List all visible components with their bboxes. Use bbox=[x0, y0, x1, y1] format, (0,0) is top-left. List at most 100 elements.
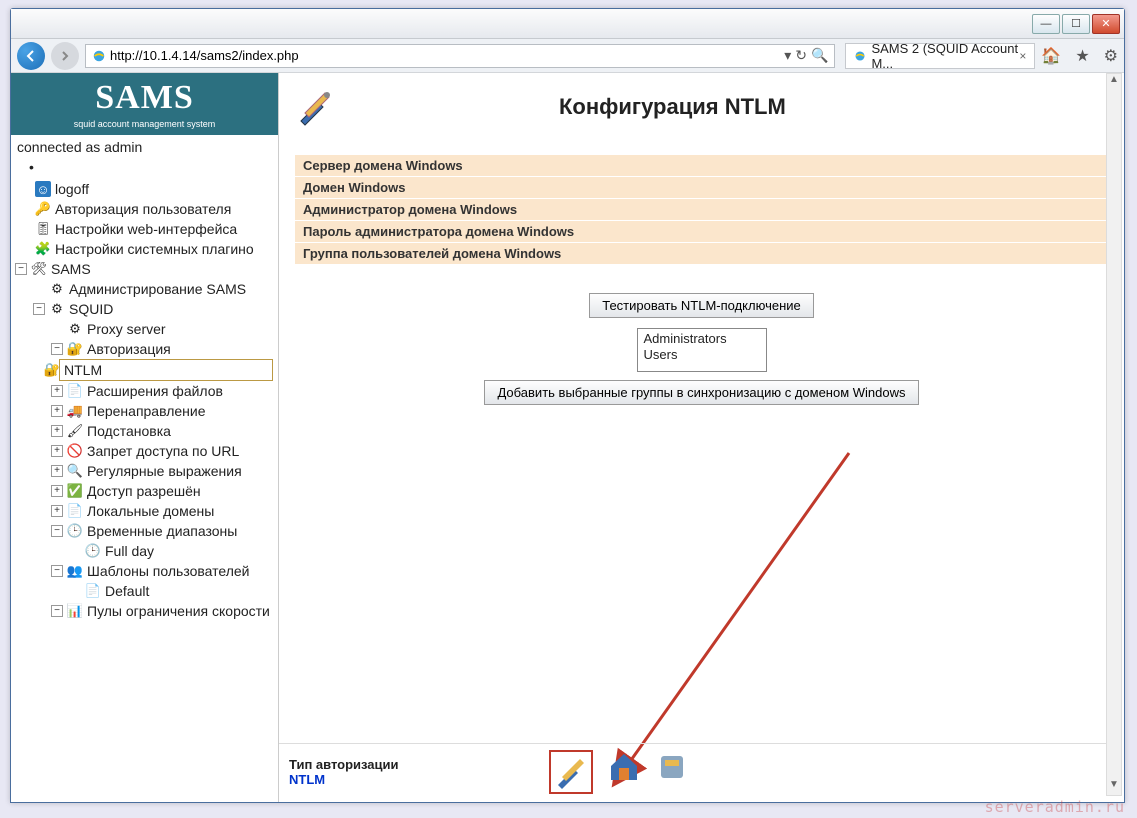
home-icon[interactable] bbox=[607, 750, 641, 784]
annotation-arrow bbox=[609, 433, 869, 793]
nav-file-ext[interactable]: +📄Расширения файлов bbox=[47, 381, 278, 401]
window-maximize-button[interactable]: ☐ bbox=[1062, 14, 1090, 34]
regex-icon: 🔍 bbox=[67, 463, 83, 479]
key-icon: 🔑 bbox=[35, 201, 51, 217]
allow-icon: ✅ bbox=[67, 483, 83, 499]
list-item[interactable]: Administrators bbox=[644, 331, 760, 347]
auth-type-label: Тип авторизации bbox=[289, 757, 399, 772]
config-fields: Сервер домена Windows Домен Windows Адми… bbox=[295, 155, 1108, 265]
tab-title: SAMS 2 (SQUID Account M... bbox=[871, 41, 1019, 71]
nav-time-ranges[interactable]: −🕒Временные диапазоны bbox=[47, 521, 278, 541]
collapse-icon[interactable]: − bbox=[33, 303, 45, 315]
nav-allowed[interactable]: +✅Доступ разрешён bbox=[47, 481, 278, 501]
nav-proxy[interactable]: ⚙Proxy server bbox=[47, 319, 278, 339]
nav-full-day[interactable]: 🕒Full day bbox=[65, 541, 278, 561]
template-icon: 👥 bbox=[67, 563, 83, 579]
lock-icon: 🔐 bbox=[44, 362, 60, 378]
brush-icon: 🖌 bbox=[67, 423, 83, 439]
auth-type-value: NTLM bbox=[289, 772, 399, 787]
address-bar[interactable]: ▾ ↻ 🔍 bbox=[85, 44, 835, 68]
sidebar: SAMS squid account management system con… bbox=[11, 73, 279, 802]
nav-authz[interactable]: −🔐Авторизация bbox=[47, 339, 278, 359]
address-bar-tools: ▾ ↻ 🔍 bbox=[784, 47, 828, 64]
nav-auth-user[interactable]: 🔑Авторизация пользователя bbox=[11, 199, 278, 219]
tools-icon bbox=[554, 755, 588, 789]
server-icon[interactable] bbox=[655, 750, 689, 784]
nav-back-button[interactable] bbox=[17, 42, 45, 70]
groups-listbox[interactable]: Administrators Users bbox=[637, 328, 767, 372]
settings-gear-icon[interactable]: ⚙ bbox=[1104, 46, 1118, 66]
collapse-icon[interactable]: − bbox=[51, 565, 63, 577]
nav-speed-pools[interactable]: −📊Пулы ограничения скорости bbox=[47, 601, 278, 621]
favorites-icon[interactable]: ★ bbox=[1075, 46, 1089, 66]
expand-icon[interactable]: + bbox=[51, 405, 63, 417]
window-close-button[interactable]: ✕ bbox=[1092, 14, 1120, 34]
app-logo: SAMS squid account management system bbox=[11, 73, 278, 135]
file-icon: 📄 bbox=[85, 583, 101, 599]
nav-squid[interactable]: −⚙SQUID bbox=[29, 299, 278, 319]
nav-sams[interactable]: −🛠SAMS bbox=[11, 259, 278, 279]
clock-icon: 🕒 bbox=[85, 543, 101, 559]
file-icon: 📄 bbox=[67, 383, 83, 399]
nav-logoff[interactable]: ☺logoff bbox=[11, 179, 278, 199]
config-tools-icon bbox=[295, 87, 335, 127]
nav-sys-plugins[interactable]: 🧩Настройки системных плагино bbox=[11, 239, 278, 259]
nav-web-settings[interactable]: 🎚Настройки web-интерфейса bbox=[11, 219, 278, 239]
test-ntlm-button[interactable]: Тестировать NTLM-подключение bbox=[589, 293, 814, 318]
expand-icon[interactable]: + bbox=[51, 445, 63, 457]
config-action-button[interactable] bbox=[549, 750, 593, 794]
browser-tab[interactable]: SAMS 2 (SQUID Account M... × bbox=[845, 43, 1035, 69]
nav-deny-url[interactable]: +🚫Запрет доступа по URL bbox=[47, 441, 278, 461]
expand-icon[interactable]: + bbox=[51, 505, 63, 517]
scroll-down-icon[interactable]: ▼ bbox=[1107, 779, 1121, 795]
gear-icon: ⚙ bbox=[67, 321, 83, 337]
user-icon: ☺ bbox=[35, 181, 51, 197]
url-input[interactable] bbox=[110, 48, 784, 63]
sliders-icon: 🎚 bbox=[35, 221, 51, 237]
nav-default[interactable]: 📄Default bbox=[65, 581, 278, 601]
nav-ntlm[interactable]: 🔐NTLM bbox=[59, 359, 273, 381]
plugin-icon: 🧩 bbox=[35, 241, 51, 257]
expand-icon[interactable]: + bbox=[51, 485, 63, 497]
tab-close-button[interactable]: × bbox=[1019, 49, 1026, 63]
expand-icon[interactable]: + bbox=[51, 465, 63, 477]
nav-subst[interactable]: +🖌Подстановка bbox=[47, 421, 278, 441]
collapse-icon[interactable]: − bbox=[15, 263, 27, 275]
window-minimize-button[interactable]: — bbox=[1032, 14, 1060, 34]
favicon-icon bbox=[854, 49, 866, 63]
gear-icon: ⚙ bbox=[49, 301, 65, 317]
expand-icon[interactable]: + bbox=[51, 425, 63, 437]
collapse-icon[interactable]: − bbox=[51, 525, 63, 537]
nav-forward-button[interactable] bbox=[51, 42, 79, 70]
deny-icon: 🚫 bbox=[67, 443, 83, 459]
nav-regex[interactable]: +🔍Регулярные выражения bbox=[47, 461, 278, 481]
add-groups-button[interactable]: Добавить выбранные группы в синхронизаци… bbox=[484, 380, 918, 405]
field-label: Пароль администратора домена Windows bbox=[295, 221, 1108, 243]
scroll-up-icon[interactable]: ▲ bbox=[1107, 74, 1121, 90]
list-item[interactable]: Users bbox=[644, 347, 760, 363]
refresh-icon[interactable]: ↻ bbox=[795, 47, 807, 64]
dropdown-icon[interactable]: ▾ bbox=[784, 47, 791, 64]
search-icon[interactable]: 🔍 bbox=[811, 47, 828, 64]
nav-user-tmpl[interactable]: −👥Шаблоны пользователей bbox=[47, 561, 278, 581]
clock-icon: 🕒 bbox=[67, 523, 83, 539]
watermark-text: serveradmin.ru bbox=[985, 798, 1125, 816]
nav-local-dom[interactable]: +📄Локальные домены bbox=[47, 501, 278, 521]
footer-bar: Тип авторизации NTLM bbox=[279, 743, 1108, 794]
nav-admin-sams[interactable]: ⚙Администрирование SAMS bbox=[29, 279, 278, 299]
field-label: Сервер домена Windows bbox=[295, 155, 1108, 177]
tools-icon: ⚙ bbox=[49, 281, 65, 297]
home-icon[interactable]: 🏠 bbox=[1041, 46, 1061, 66]
expand-icon[interactable]: + bbox=[51, 385, 63, 397]
file-icon: 📄 bbox=[67, 503, 83, 519]
field-label: Домен Windows bbox=[295, 177, 1108, 199]
field-label: Администратор домена Windows bbox=[295, 199, 1108, 221]
nav-tree: ☺logoff 🔑Авторизация пользователя 🎚Настр… bbox=[11, 175, 278, 625]
lock-icon: 🔐 bbox=[67, 341, 83, 357]
nav-redirect[interactable]: +🚚Перенаправление bbox=[47, 401, 278, 421]
collapse-icon[interactable]: − bbox=[51, 605, 63, 617]
scrollbar-vertical[interactable]: ▲ ▼ bbox=[1106, 73, 1122, 796]
status-connected: connected as admin bbox=[11, 135, 278, 159]
collapse-icon[interactable]: − bbox=[51, 343, 63, 355]
browser-toolbar: ▾ ↻ 🔍 SAMS 2 (SQUID Account M... × 🏠 ★ ⚙ bbox=[11, 39, 1124, 73]
